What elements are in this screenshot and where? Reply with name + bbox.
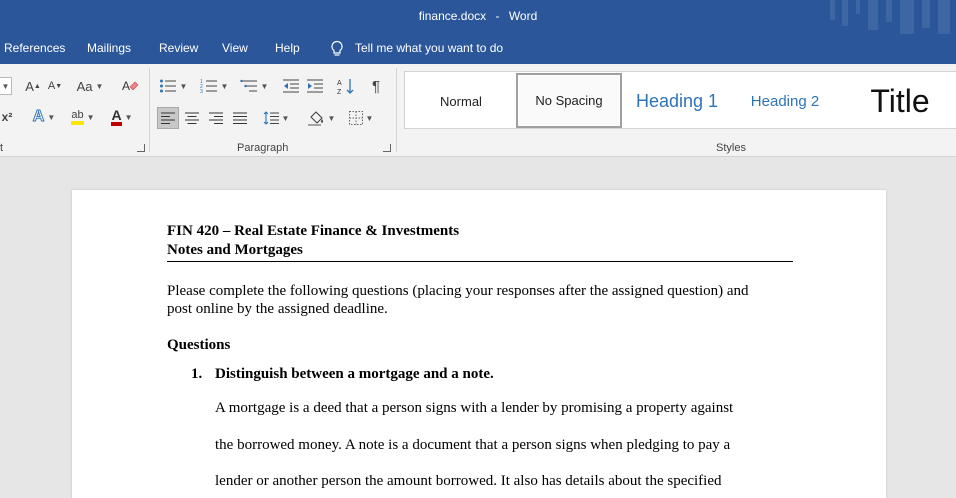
style-title[interactable]: Title [850, 72, 950, 130]
bullets-button[interactable]: ▼ [158, 76, 188, 96]
highlight-button[interactable]: ab ▼ [66, 107, 100, 127]
paragraph-dialog-launcher[interactable] [383, 144, 391, 152]
shrink-font-button[interactable]: A ▼ [46, 77, 64, 95]
clear-formatting-icon: A [122, 79, 139, 93]
question-1: 1. Distinguish between a mortgage and a n… [191, 366, 793, 383]
question-number: 1. [191, 366, 203, 382]
grow-font-button[interactable]: A ▲ [24, 77, 42, 95]
align-center-icon [185, 112, 199, 124]
svg-text:3: 3 [200, 89, 203, 94]
clear-formatting-button[interactable]: A [119, 76, 141, 96]
align-right-icon [209, 112, 223, 124]
chevron-down-icon: ▼ [124, 112, 133, 122]
tab-references[interactable]: References [4, 41, 65, 55]
chevron-down-icon: ▼ [47, 112, 56, 122]
font-group-label: t [0, 142, 4, 154]
font-color-button[interactable]: A ▼ [105, 107, 139, 127]
chevron-down-icon: ▼ [260, 81, 269, 91]
document-name: finance.docx [418, 9, 487, 23]
font-dialog-launcher[interactable] [137, 144, 145, 152]
chevron-down-icon: ▼ [86, 112, 95, 122]
doc-title-line-1: FIN 420 – Real Estate Finance & Investme… [167, 223, 460, 239]
styles-gallery: Normal No Spacing Heading 1 Heading 2 Ti… [404, 71, 956, 129]
question-text: Distinguish between a mortgage and a not… [215, 366, 494, 382]
word-window: finance.docx - Word References Mailings … [0, 0, 956, 498]
answer-line: A mortgage is a deed that a person signs… [215, 400, 734, 416]
tab-mailings[interactable]: Mailings [87, 41, 131, 55]
increase-indent-icon [307, 79, 323, 93]
line-spacing-icon [263, 111, 279, 125]
ribbon-tabs: References Mailings Review View Help Tel… [0, 34, 956, 64]
app-name: Word [508, 9, 538, 23]
sort-icon: AZ [337, 79, 354, 95]
title-rule [167, 261, 793, 262]
tab-help[interactable]: Help [275, 41, 300, 55]
shading-button[interactable]: ▼ [304, 107, 338, 129]
text-effects-button[interactable]: A ▼ [29, 107, 59, 127]
chevron-down-icon: ▼ [1, 81, 10, 91]
multilevel-list-button[interactable]: ▼ [238, 76, 270, 96]
bullet-list-icon [159, 79, 176, 93]
paragraph-group-label: Paragraph [237, 142, 289, 154]
svg-text:A: A [122, 79, 130, 93]
justify-button[interactable] [230, 107, 250, 129]
answer-line: lender or another person the amount borr… [215, 473, 722, 489]
tell-me-text: Tell me what you want to do [355, 41, 504, 55]
borders-button[interactable]: ▼ [344, 107, 378, 129]
document-canvas[interactable]: FIN 420 – Real Estate Finance & Investme… [0, 157, 956, 498]
document-body[interactable]: FIN 420 – Real Estate Finance & Investme… [167, 222, 793, 498]
tab-review[interactable]: Review [159, 41, 198, 55]
style-heading-2[interactable]: Heading 2 [740, 72, 830, 130]
styles-group-label: Styles [716, 142, 746, 154]
title-bar: finance.docx - Word [0, 0, 956, 34]
chevron-down-icon: ▼ [95, 81, 104, 91]
style-heading-1[interactable]: Heading 1 [629, 72, 725, 130]
ribbon: ▼ A ▲ A ▼ Aa ▼ A x² A ▼ ab ▼ A ▼ t ▼ 1 2… [0, 64, 956, 157]
tell-me-search[interactable]: Tell me what you want to do [330, 40, 504, 56]
line-spacing-button[interactable]: ▼ [260, 107, 292, 129]
borders-icon [348, 111, 363, 125]
lightbulb-icon [331, 40, 343, 56]
chevron-down-icon: ▼ [327, 113, 336, 123]
style-no-spacing[interactable]: No Spacing [516, 73, 622, 128]
align-center-button[interactable] [182, 107, 202, 129]
decrease-indent-button[interactable] [280, 76, 302, 96]
questions-heading: Questions [167, 337, 231, 353]
numbering-button[interactable]: 123 ▼ [198, 76, 230, 96]
answer-line: the borrowed money. A note is a document… [215, 436, 731, 453]
align-left-button[interactable] [157, 107, 179, 129]
tab-view[interactable]: View [222, 41, 248, 55]
chevron-down-icon: ▼ [365, 113, 374, 123]
font-size-dropdown[interactable]: ▼ [0, 77, 12, 95]
sort-button[interactable]: AZ [336, 76, 356, 96]
chevron-down-icon: ▼ [179, 81, 188, 91]
answer-paragraph: A mortgage is a deed that a person signs… [215, 390, 793, 498]
multilevel-list-icon [239, 79, 257, 92]
align-right-button[interactable] [206, 107, 226, 129]
window-title: finance.docx - Word [418, 9, 538, 23]
chevron-down-icon: ▼ [220, 81, 229, 91]
numbered-list-icon: 123 [200, 79, 217, 94]
doc-title-line-2: Notes and Mortgages [167, 242, 303, 258]
svg-text:A: A [337, 80, 342, 87]
align-left-icon [161, 112, 175, 124]
decrease-indent-icon [283, 79, 299, 93]
svg-text:Z: Z [337, 89, 342, 95]
pilcrow-icon: ¶ [371, 77, 381, 95]
intro-paragraph: Please complete the following questions … [167, 283, 749, 317]
style-normal[interactable]: Normal [413, 72, 509, 130]
superscript-button[interactable]: x² [0, 107, 14, 127]
justify-icon [233, 112, 247, 124]
paint-bucket-icon [307, 111, 323, 126]
document-page[interactable]: FIN 420 – Real Estate Finance & Investme… [72, 190, 886, 498]
show-hide-marks-button[interactable]: ¶ [366, 76, 386, 96]
chevron-down-icon: ▼ [281, 113, 290, 123]
increase-indent-button[interactable] [304, 76, 326, 96]
change-case-button[interactable]: Aa ▼ [74, 77, 106, 95]
